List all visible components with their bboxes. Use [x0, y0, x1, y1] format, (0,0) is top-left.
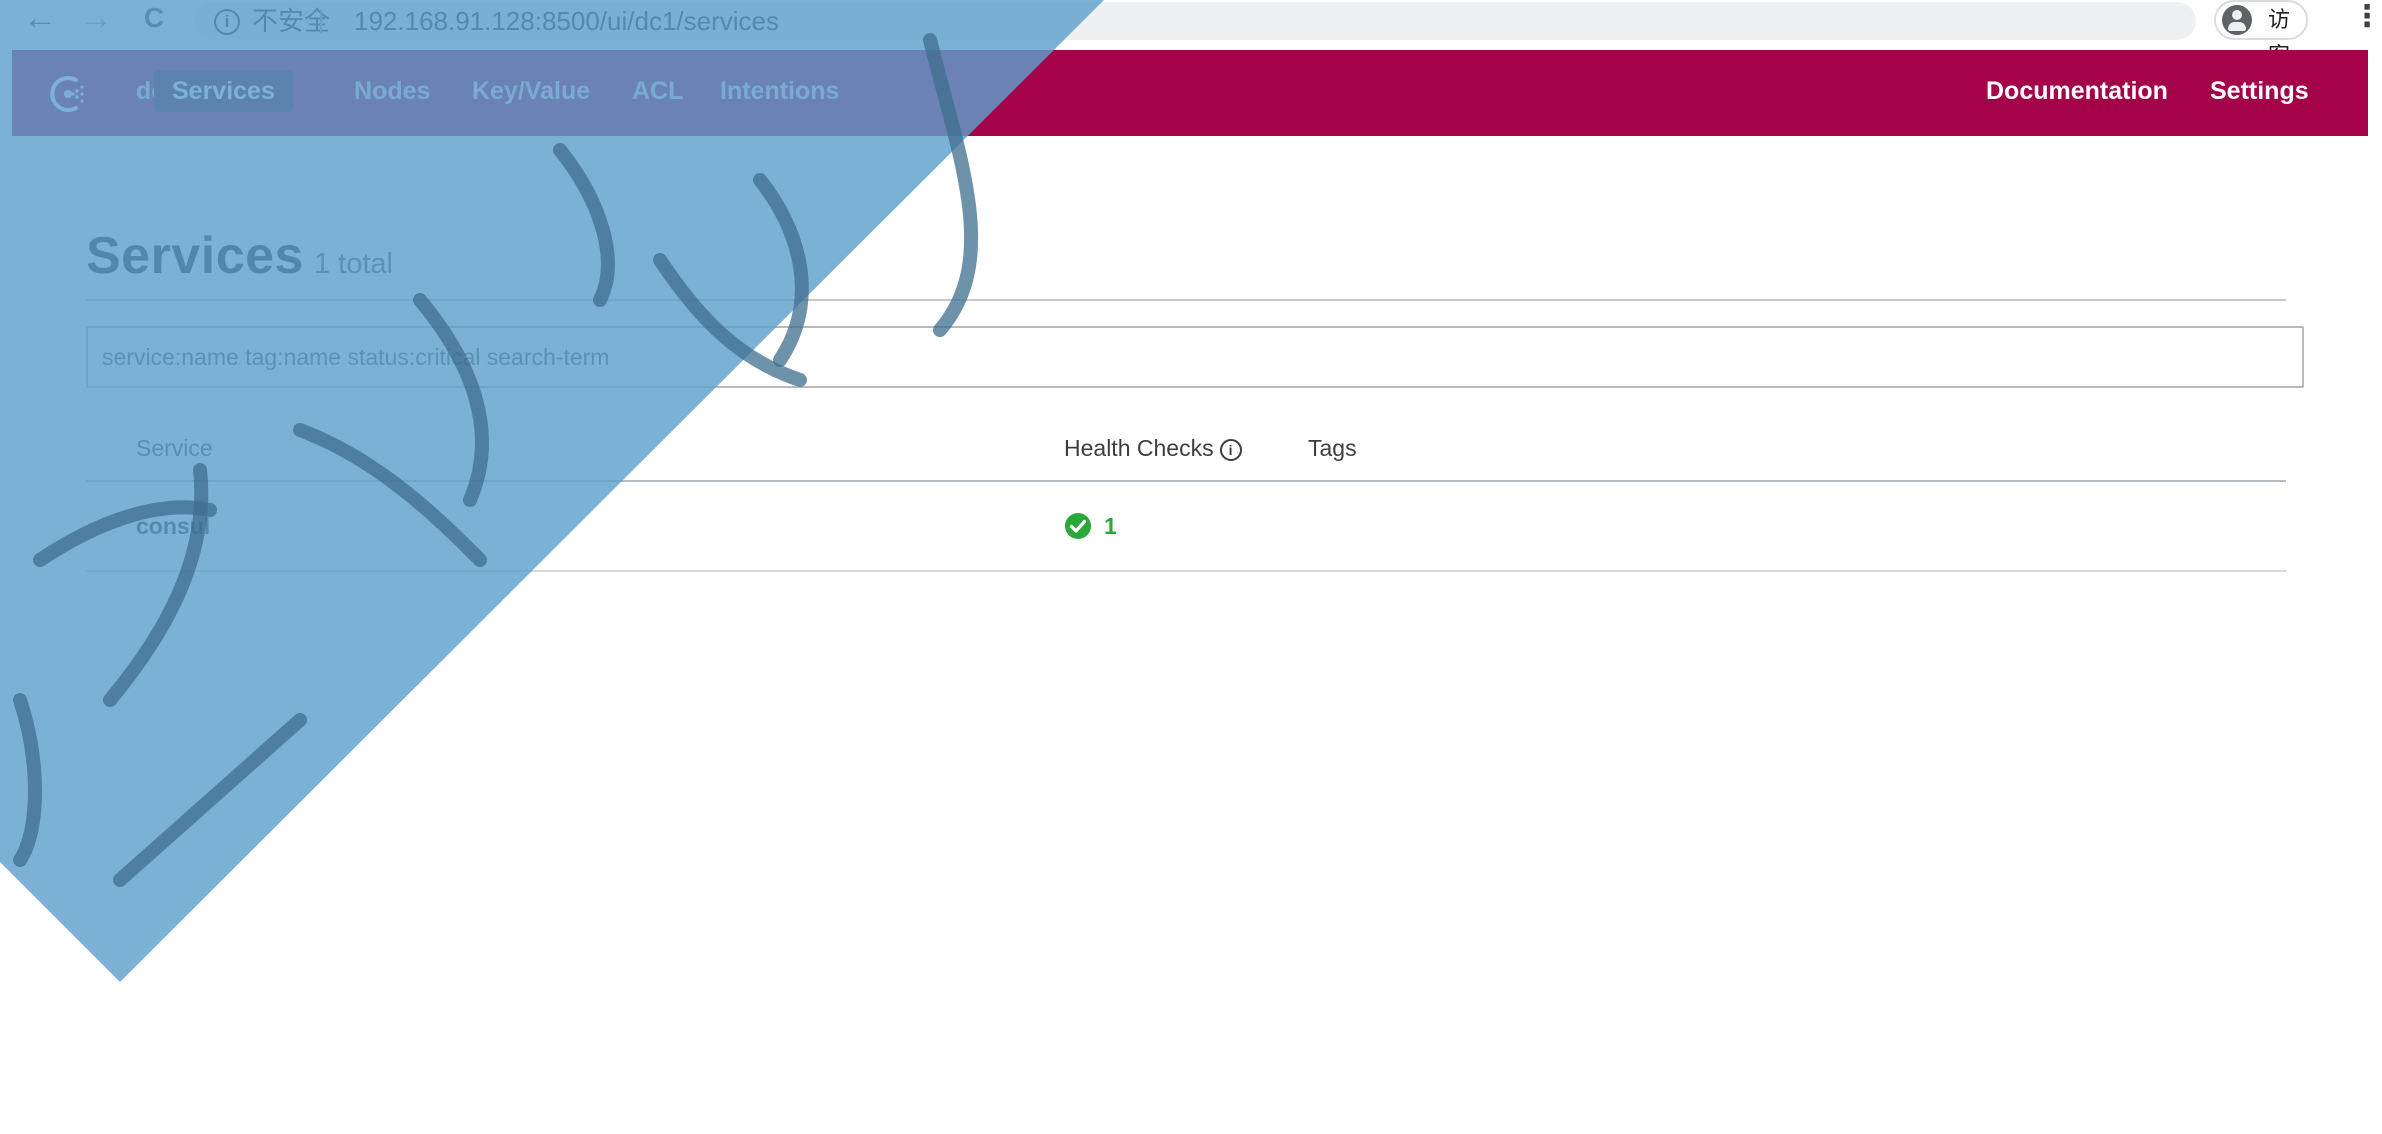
address-separator [320, 9, 322, 33]
insecure-label: 不安全 [252, 6, 331, 36]
column-header-service[interactable]: Service [136, 435, 213, 462]
health-info-icon[interactable]: i [1219, 439, 1242, 461]
nav-key-value[interactable]: Key/Value [472, 70, 590, 112]
column-header-tags[interactable]: Tags [1308, 435, 1357, 462]
service-filter-input[interactable] [86, 326, 2304, 388]
profile-button[interactable]: 访客 [2214, 0, 2308, 68]
title-divider [86, 299, 2286, 301]
avatar-icon [2222, 5, 2252, 35]
consul-logo-icon[interactable] [46, 72, 90, 116]
back-arrow-icon[interactable]: ← [20, 0, 60, 36]
table-row[interactable]: consul 1 [86, 482, 2286, 570]
nav-intentions[interactable]: Intentions [720, 70, 839, 112]
health-checks-label: Health Checks [1064, 435, 1214, 461]
nav-nodes[interactable]: Nodes [354, 70, 430, 112]
browser-toolbar: ← → C i 不安全 192.168.91.128:8500/ui/dc1/s… [0, 0, 2382, 68]
nav-acl[interactable]: ACL [632, 70, 683, 112]
service-name-link[interactable]: consul [136, 513, 210, 540]
column-header-health-checks[interactable]: Health Checks i [1064, 435, 1242, 462]
health-passing-count: 1 [1104, 513, 1117, 539]
nav-documentation[interactable]: Documentation [1986, 70, 2168, 112]
app-header: dc1 Services Nodes Key/Value ACL Intenti… [12, 50, 2368, 136]
forward-arrow-icon[interactable]: → [76, 0, 116, 36]
address-bar[interactable]: i 不安全 192.168.91.128:8500/ui/dc1/service… [194, 2, 2196, 40]
nav-services[interactable]: Services [154, 70, 293, 112]
page-title: Services [86, 227, 304, 285]
page-heading: Services 1 total [86, 226, 393, 296]
row-divider [86, 570, 2286, 572]
reload-icon[interactable]: C [134, 0, 174, 36]
total-count: 1 total [313, 248, 393, 280]
nav-settings[interactable]: Settings [2210, 70, 2309, 112]
more-menu-icon[interactable]: ⋮ [2352, 0, 2382, 36]
info-icon[interactable]: i [214, 9, 240, 35]
check-circle-icon [1065, 513, 1091, 539]
url-text[interactable]: 192.168.91.128:8500/ui/dc1/services [354, 2, 779, 40]
